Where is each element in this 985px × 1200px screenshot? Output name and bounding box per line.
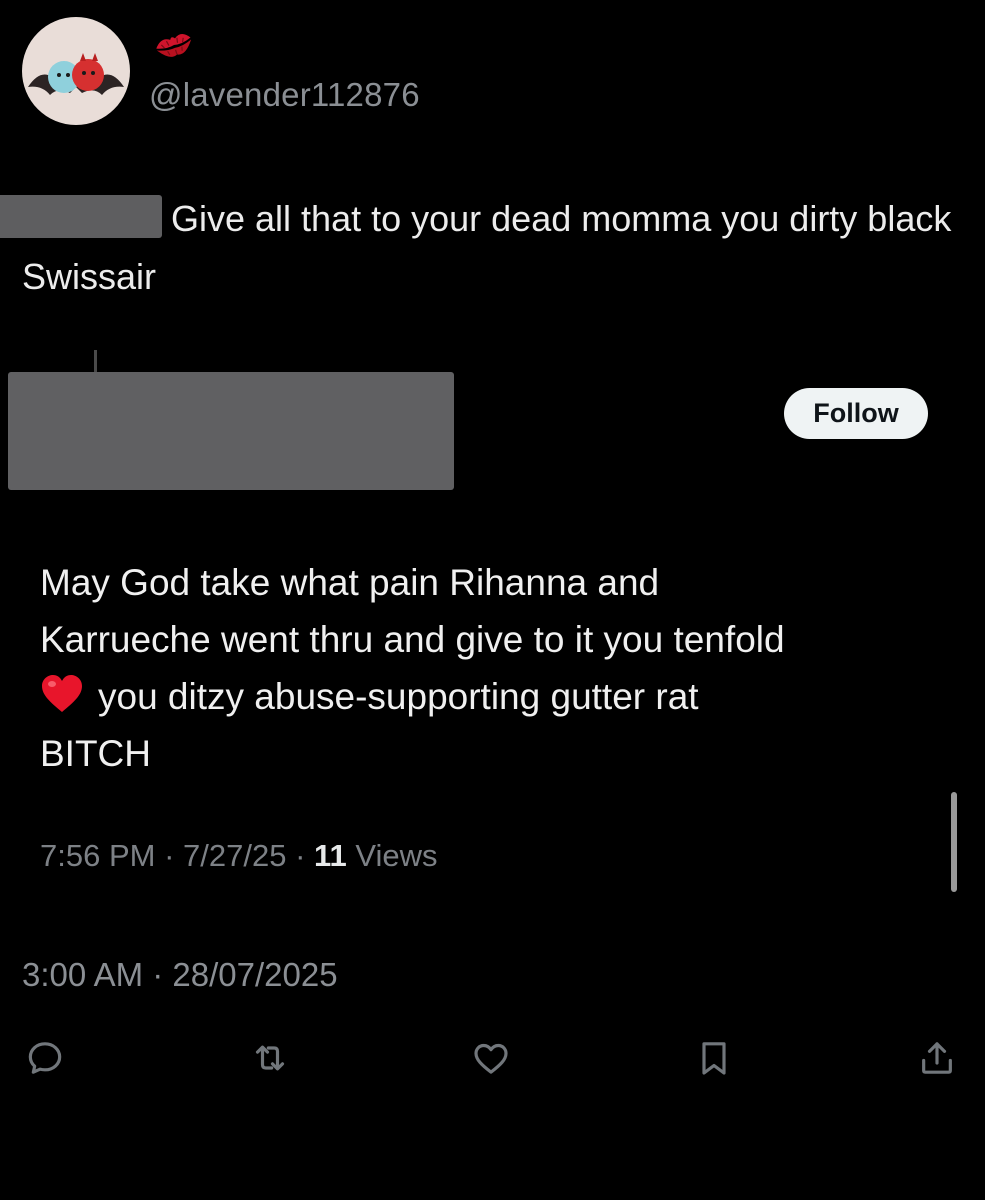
redacted-user-info	[8, 372, 454, 490]
share-icon	[922, 1042, 952, 1074]
reply-icon	[28, 1042, 62, 1074]
quoted-text-line: May God take what pain Rihanna and	[40, 562, 660, 603]
scrollbar[interactable]	[951, 792, 957, 892]
views-count: 11	[314, 838, 347, 873]
avatar[interactable]	[22, 17, 130, 125]
quoted-text-line: BITCH	[40, 733, 151, 774]
quoted-text-line-3: you ditzy abuse-supporting gutter rat	[98, 676, 699, 717]
quoted-post-text: May God take what pain Rihanna and Karru…	[40, 554, 940, 782]
lipstick-kiss-icon	[152, 25, 196, 65]
meta-separator: ·	[295, 838, 315, 873]
quoted-date: 7/27/25	[183, 838, 287, 873]
views-label: Views	[355, 838, 438, 873]
repost-button[interactable]	[244, 1032, 296, 1084]
share-button[interactable]	[911, 1032, 963, 1084]
reply-button[interactable]	[19, 1032, 71, 1084]
bookmark-icon	[702, 1042, 726, 1075]
follow-button[interactable]: Follow	[784, 388, 928, 439]
like-button[interactable]	[465, 1032, 517, 1084]
quoted-time: 7:56 PM	[40, 838, 156, 873]
bookmark-button[interactable]	[688, 1032, 740, 1084]
post-timestamp[interactable]: 3:00 AM · 28/07/2025	[22, 956, 338, 994]
author-handle[interactable]: @lavender112876	[149, 76, 420, 114]
repost-icon	[255, 1045, 285, 1071]
heart-icon	[474, 1043, 508, 1074]
quoted-text-line: you ditzy abuse-supporting gutter rat	[40, 668, 940, 725]
thread-line	[94, 350, 97, 372]
quoted-post-meta: 7:56 PM · 7/27/25 · 11 Views	[40, 838, 438, 874]
meta-separator: ·	[164, 838, 184, 873]
quoted-text-line: Karrueche went thru and give to it you t…	[40, 619, 785, 660]
post-text: Give all that to your dead momma you dir…	[22, 198, 952, 297]
red-heart-emoji-icon	[40, 673, 84, 713]
